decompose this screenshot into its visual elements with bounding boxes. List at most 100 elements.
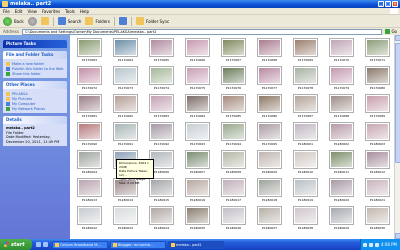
details-header[interactable]: Details	[3, 116, 67, 124]
file-thumbnail[interactable]: P1180021	[362, 177, 393, 205]
place-network-link[interactable]: My Network Places	[6, 106, 64, 111]
file-thumbnail[interactable]: P1170064	[110, 37, 141, 65]
menu-file[interactable]: File	[3, 9, 10, 14]
minimize-button[interactable]: _	[378, 1, 384, 7]
file-thumbnail[interactable]: P1170094	[218, 121, 249, 149]
file-thumbnail[interactable]: P1170076	[218, 65, 249, 93]
file-thumbnail[interactable]: P1170088	[326, 93, 357, 121]
file-thumbnail[interactable]: P1170093	[182, 121, 213, 149]
file-thumbnail[interactable]: P1170067	[218, 37, 249, 65]
file-thumbnail[interactable]: P1170083	[146, 93, 177, 121]
file-thumbnail[interactable]: P1170077	[254, 65, 285, 93]
file-thumbnail[interactable]: P1170071	[362, 37, 393, 65]
folder-sync-button[interactable]: Folder Sync	[135, 17, 169, 25]
volume-icon[interactable]	[374, 242, 379, 247]
file-thumbnail[interactable]: P1170089	[362, 93, 393, 121]
file-thumbnail[interactable]: P1170066	[182, 37, 213, 65]
taskbar-button[interactable]: melaka.. part2	[168, 240, 224, 249]
file-thumbnail[interactable]: P1180003	[362, 121, 393, 149]
forward-button[interactable]	[27, 16, 37, 26]
quick-launch-icon[interactable]	[36, 242, 41, 247]
file-thumbnail[interactable]: P1180019	[290, 177, 321, 205]
menu-edit[interactable]: Edit	[15, 9, 23, 14]
file-thumbnail[interactable]: P1180002	[326, 121, 357, 149]
photo-preview	[151, 96, 172, 111]
file-thumbnail[interactable]: P1180022	[74, 205, 105, 233]
file-thumbnail[interactable]: P1170086	[254, 93, 285, 121]
file-thumbnail[interactable]: P1170091	[110, 121, 141, 149]
folders-button[interactable]: Folders	[85, 17, 110, 25]
file-thumbnail[interactable]: P1170090	[74, 121, 105, 149]
file-thumbnail[interactable]: P1180018	[254, 177, 285, 205]
file-thumbnail[interactable]: P1170072	[74, 65, 105, 93]
file-thumbnail[interactable]: P1180011	[326, 149, 357, 177]
file-tasks-header[interactable]: File and Folder Tasks	[3, 51, 67, 59]
file-thumbnail[interactable]: P1170065	[146, 37, 177, 65]
menu-favorites[interactable]: Favorites	[42, 9, 60, 14]
file-thumbnail[interactable]: P1170074	[146, 65, 177, 93]
file-thumbnail[interactable]: P1180001	[290, 121, 321, 149]
file-thumbnail[interactable]: P1180004	[74, 149, 105, 177]
file-thumbnail[interactable]: P1180030	[362, 205, 393, 233]
clock[interactable]: 4:08 PM	[381, 242, 397, 247]
up-folder-button[interactable]	[40, 17, 49, 25]
taskbar-button[interactable]: Celcom Broadband M...	[52, 240, 108, 249]
title-bar[interactable]: melaka.. part2 _ □ ×	[0, 0, 400, 8]
go-button[interactable]: Go	[385, 29, 397, 34]
file-thumbnail[interactable]: P1170087	[290, 93, 321, 121]
file-thumbnail[interactable]: P1170068	[254, 37, 285, 65]
file-thumbnail[interactable]: P1180023	[110, 205, 141, 233]
file-thumbnail[interactable]: P1180028	[290, 205, 321, 233]
back-button[interactable]: Back	[3, 16, 24, 26]
tray-icon[interactable]	[368, 242, 373, 247]
vertical-scrollbar[interactable]	[394, 35, 400, 239]
taskbar-button[interactable]: Blogger: mrnurinb...	[110, 240, 166, 249]
file-thumbnail[interactable]: P1180013	[74, 177, 105, 205]
quick-launch-icon[interactable]	[43, 242, 48, 247]
file-thumbnail[interactable]: P1180027	[254, 205, 285, 233]
file-thumbnail[interactable]: P1170070	[326, 37, 357, 65]
file-thumbnail[interactable]: P1170063	[74, 37, 105, 65]
menu-help[interactable]: Help	[80, 9, 89, 14]
file-thumbnail[interactable]: P1170080	[362, 65, 393, 93]
address-field[interactable]: C:\Documents and Settings\Owner\My Docum…	[21, 28, 383, 35]
file-thumbnail[interactable]: P1180012	[362, 149, 393, 177]
file-thumbnail[interactable]: P1170069	[290, 37, 321, 65]
file-thumbnail[interactable]: P1180010	[290, 149, 321, 177]
file-thumbnail[interactable]: P1180017	[218, 177, 249, 205]
file-thumbnail[interactable]: P1180025	[182, 205, 213, 233]
file-thumbnail[interactable]: P1170082	[110, 93, 141, 121]
views-button[interactable]	[118, 17, 127, 25]
menu-view[interactable]: View	[27, 9, 37, 14]
tray-icon[interactable]	[362, 242, 367, 247]
file-thumbnail[interactable]: P1170079	[326, 65, 357, 93]
file-thumbnail[interactable]: P1180024	[146, 205, 177, 233]
file-thumbnail[interactable]: P1170073	[110, 65, 141, 93]
file-thumbnail[interactable]: P1170092	[146, 121, 177, 149]
publish-folder-link[interactable]: Publish this folder to the Web	[6, 66, 64, 71]
file-thumbnail[interactable]: P1180009	[254, 149, 285, 177]
file-thumbnail[interactable]: P1170085	[218, 93, 249, 121]
file-thumbnail[interactable]: P1180029	[326, 205, 357, 233]
close-button[interactable]: ×	[392, 1, 398, 7]
file-thumbnail[interactable]: P1170078	[290, 65, 321, 93]
file-thumbnail[interactable]: P1170084	[182, 93, 213, 121]
file-thumbnail[interactable]: P1180026	[218, 205, 249, 233]
menu-tools[interactable]: Tools	[65, 9, 75, 14]
file-thumbnail[interactable]: P1170081	[74, 93, 105, 121]
search-button[interactable]: Search	[57, 17, 81, 25]
share-folder-link[interactable]: Share this folder	[6, 71, 64, 76]
file-thumbnail[interactable]: P1180020	[326, 177, 357, 205]
file-thumbnail[interactable]: P1180008	[218, 149, 249, 177]
file-thumbnail[interactable]: P1170095	[254, 121, 285, 149]
file-thumbnail[interactable]: P1180016	[182, 177, 213, 205]
scroll-thumb[interactable]	[395, 43, 400, 163]
other-places-header[interactable]: Other Places	[3, 81, 67, 89]
start-button[interactable]: start	[0, 239, 32, 250]
scroll-up-button[interactable]	[395, 35, 400, 41]
maximize-button[interactable]: □	[385, 1, 391, 7]
file-thumbnail[interactable]: P1170075	[182, 65, 213, 93]
picture-tasks-header[interactable]: Picture Tasks	[3, 40, 67, 48]
file-view[interactable]: P1170063 P1170064 P1170065 P1170066 P1170067…	[70, 35, 400, 239]
file-thumbnail[interactable]: P1180007	[182, 149, 213, 177]
